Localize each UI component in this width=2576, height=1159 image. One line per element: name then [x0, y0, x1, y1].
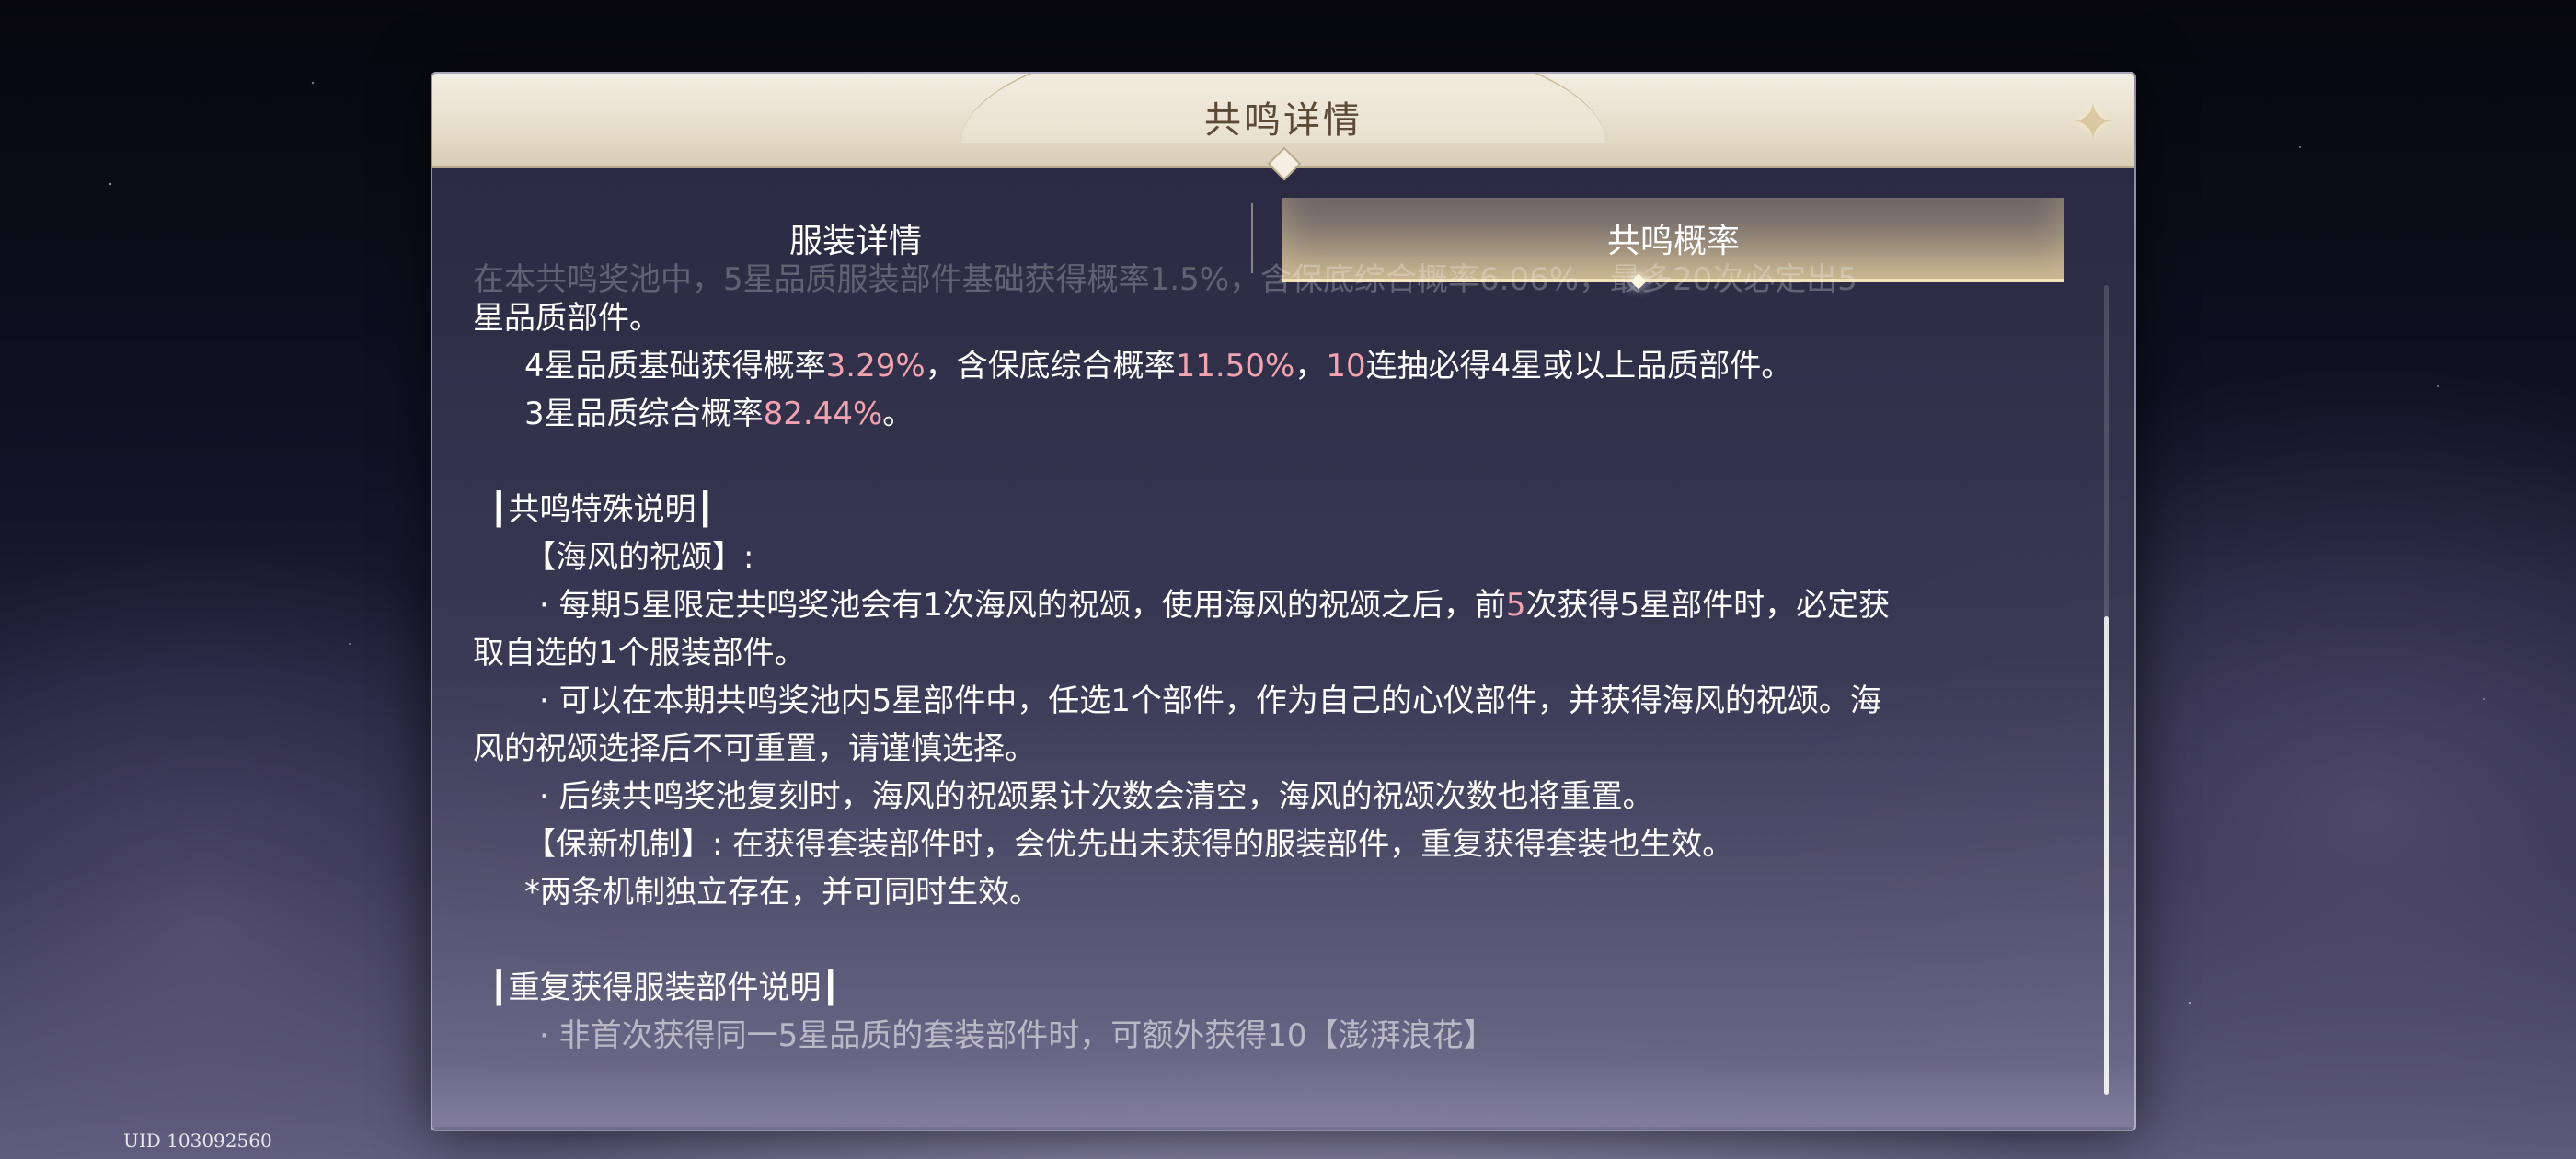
resonance-details-panel: 共鸣详情 ✦ 服装详情 共鸣概率 在本共鸣奖池中，5星品质服装部件基础获得概率1…: [431, 72, 2136, 1131]
bullet-2: · 可以在本期共鸣奖池内5星部件中，任选1个部件，作为自己的心仪部件，并获得海风…: [539, 683, 1881, 719]
scrolled-off-line: 在本共鸣奖池中，5星品质服装部件基础获得概率1.5%，含保底综合概率6.06%，…: [473, 261, 1857, 293]
scrollbar-track[interactable]: [2104, 285, 2109, 1095]
section-heading-special: ┃共鸣特殊说明┃: [489, 491, 715, 528]
repeat-partial-line: · 非首次获得同一5星品质的套装部件时，可额外获得10【澎湃浪花】: [539, 1017, 1495, 1054]
bullet-3: · 后续共鸣奖池复刻时，海风的祝颂累计次数会清空，海风的祝颂次数也将重置。: [539, 778, 1654, 815]
mechanism-note: *两条机制独立存在，并可同时生效。: [524, 874, 1041, 911]
uid-label: UID 103092560: [123, 1130, 272, 1152]
bullet-2-cont: 风的祝颂选择后不可重置，请谨慎选择。: [473, 730, 1036, 767]
text-line-4star: 4星品质基础获得概率3.29%，含保底综合概率11.50%，10连抽必得4星或以…: [524, 348, 1793, 384]
content-fade: [432, 1062, 2134, 1127]
sparkle-star-icon: ✦: [2071, 92, 2115, 153]
section-heading-repeat: ┃重复获得服装部件说明┃: [489, 970, 840, 1006]
blessing-heading: 【海风的祝颂】:: [524, 539, 754, 576]
close-button[interactable]: ✦: [2057, 86, 2129, 158]
scrollbar-thumb[interactable]: [2104, 616, 2109, 1095]
guarantee-mechanism: 【保新机制】: 在获得套装部件时，会优先出未获得的服装部件，重复获得套装也生效。: [524, 826, 1734, 863]
bullet-1: · 每期5星限定共鸣奖池会有1次海风的祝颂，使用海风的祝颂之后，前5次获得5星部…: [539, 587, 1891, 624]
text-line-3star: 3星品质综合概率82.44%。: [524, 396, 914, 432]
panel-title: 共鸣详情: [1204, 99, 1363, 142]
bullet-1-cont: 取自选的1个服装部件。: [473, 635, 806, 671]
text-line: 星品质部件。: [473, 300, 661, 337]
rate-description[interactable]: 星品质部件。 4星品质基础获得概率3.29%，含保底综合概率11.50%，10连…: [473, 294, 2055, 1113]
